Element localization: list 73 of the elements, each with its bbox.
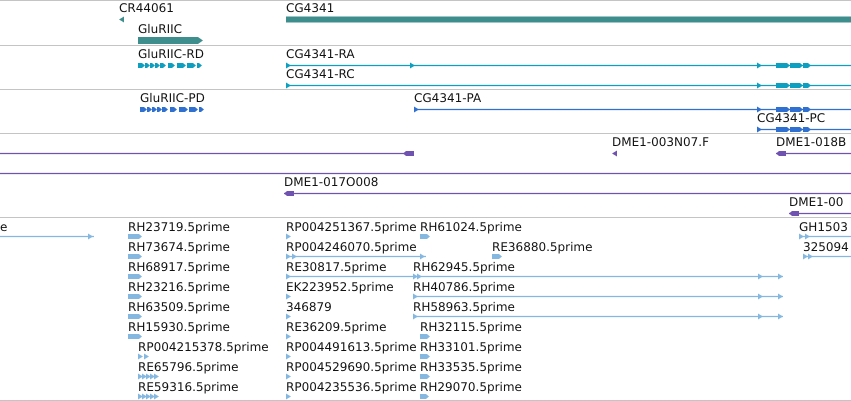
read-glyph	[128, 312, 142, 320]
feature-label: RP004251367.5prime	[286, 220, 417, 234]
feature-label: RP004246070.5prime	[286, 240, 417, 254]
read-glyph	[128, 232, 142, 240]
feature-label: RH15930.5prime	[128, 320, 230, 334]
feature-label: RH40786.5prime	[413, 280, 515, 294]
read-glyph	[128, 292, 142, 300]
feature-label: RH23216.5prime	[128, 280, 230, 294]
feature-label: RP004529690.5prime	[286, 360, 417, 374]
feature-label: DME1-017O008	[284, 175, 378, 189]
read-glyph	[286, 232, 292, 240]
feature-label: RP004491613.5prime	[286, 340, 417, 354]
feature-label: GH1503	[799, 220, 848, 234]
protein-glyph	[140, 106, 203, 112]
feature-label: RH61024.5prime	[420, 220, 522, 234]
feature-label: CG4341-PC	[757, 111, 826, 125]
read-glyph	[799, 232, 851, 240]
read-glyph	[286, 312, 292, 320]
feature-label: RH63509.5prime	[128, 300, 230, 314]
feature-label: GluRIIC-PD	[140, 91, 205, 105]
feature-label: RE30817.5prime	[286, 260, 386, 274]
feature-label: RE36209.5prime	[286, 320, 386, 334]
feature-label: RE65796.5prime	[138, 360, 238, 374]
feature-label: CG4341-RA	[286, 47, 355, 61]
read-glyph	[286, 392, 292, 400]
read-glyph	[420, 352, 430, 360]
feature-label: RE59316.5prime	[138, 380, 238, 394]
feature-label: e	[0, 220, 8, 234]
read-glyph	[128, 252, 142, 260]
feature-label: RH68917.5prime	[128, 260, 230, 274]
clone-glyph	[789, 210, 851, 216]
feature-label: RE36880.5prime	[492, 240, 592, 254]
feature-label: RP004215378.5prime	[138, 340, 269, 354]
feature-label: RH62945.5prime	[413, 260, 515, 274]
feature-label: DME1-018B	[776, 135, 846, 149]
read-glyph	[420, 372, 430, 380]
read-glyph	[138, 372, 159, 380]
feature-label: RH23719.5prime	[128, 220, 230, 234]
read-glyph	[286, 332, 292, 340]
feature-label: 346879	[286, 300, 332, 314]
read-glyph	[128, 332, 142, 340]
gene-glyph	[138, 36, 203, 44]
feature-label: CR44061	[119, 1, 174, 15]
transcript-glyph	[138, 62, 203, 68]
read-glyph	[286, 292, 292, 300]
read-glyph	[286, 372, 292, 380]
feature-label: GluRIIC-RD	[138, 47, 204, 61]
gene-glyph	[119, 16, 126, 22]
read-glyph	[420, 332, 430, 340]
read-glyph	[128, 272, 142, 280]
read-glyph	[138, 392, 159, 400]
feature-label: DME1-00	[789, 195, 844, 209]
feature-label: DME1-003N07.F	[612, 135, 710, 149]
read-glyph	[492, 252, 502, 260]
feature-label: GluRIIC	[138, 22, 182, 36]
read-glyph	[286, 352, 292, 360]
feature-label: CG4341-RC	[286, 67, 355, 81]
feature-label: RH32115.5prime	[420, 320, 522, 334]
feature-label: CG4341-PA	[414, 91, 482, 105]
read-glyph	[138, 352, 150, 360]
read-glyph	[420, 392, 429, 400]
read-glyph	[420, 232, 430, 240]
clone-glyph	[612, 150, 618, 156]
feature-label: EK223952.5prime	[286, 280, 394, 294]
feature-label: RH33535.5prime	[420, 360, 522, 374]
feature-label: RH73674.5prime	[128, 240, 230, 254]
feature-label: RP004235536.5prime	[286, 380, 417, 394]
feature-label: CG4341	[286, 1, 334, 15]
feature-label: RH29070.5prime	[420, 380, 522, 394]
feature-label: RH33101.5prime	[420, 340, 522, 354]
feature-label: 325094	[803, 240, 849, 254]
read-glyph	[803, 252, 851, 260]
feature-label: RH58963.5prime	[413, 300, 515, 314]
